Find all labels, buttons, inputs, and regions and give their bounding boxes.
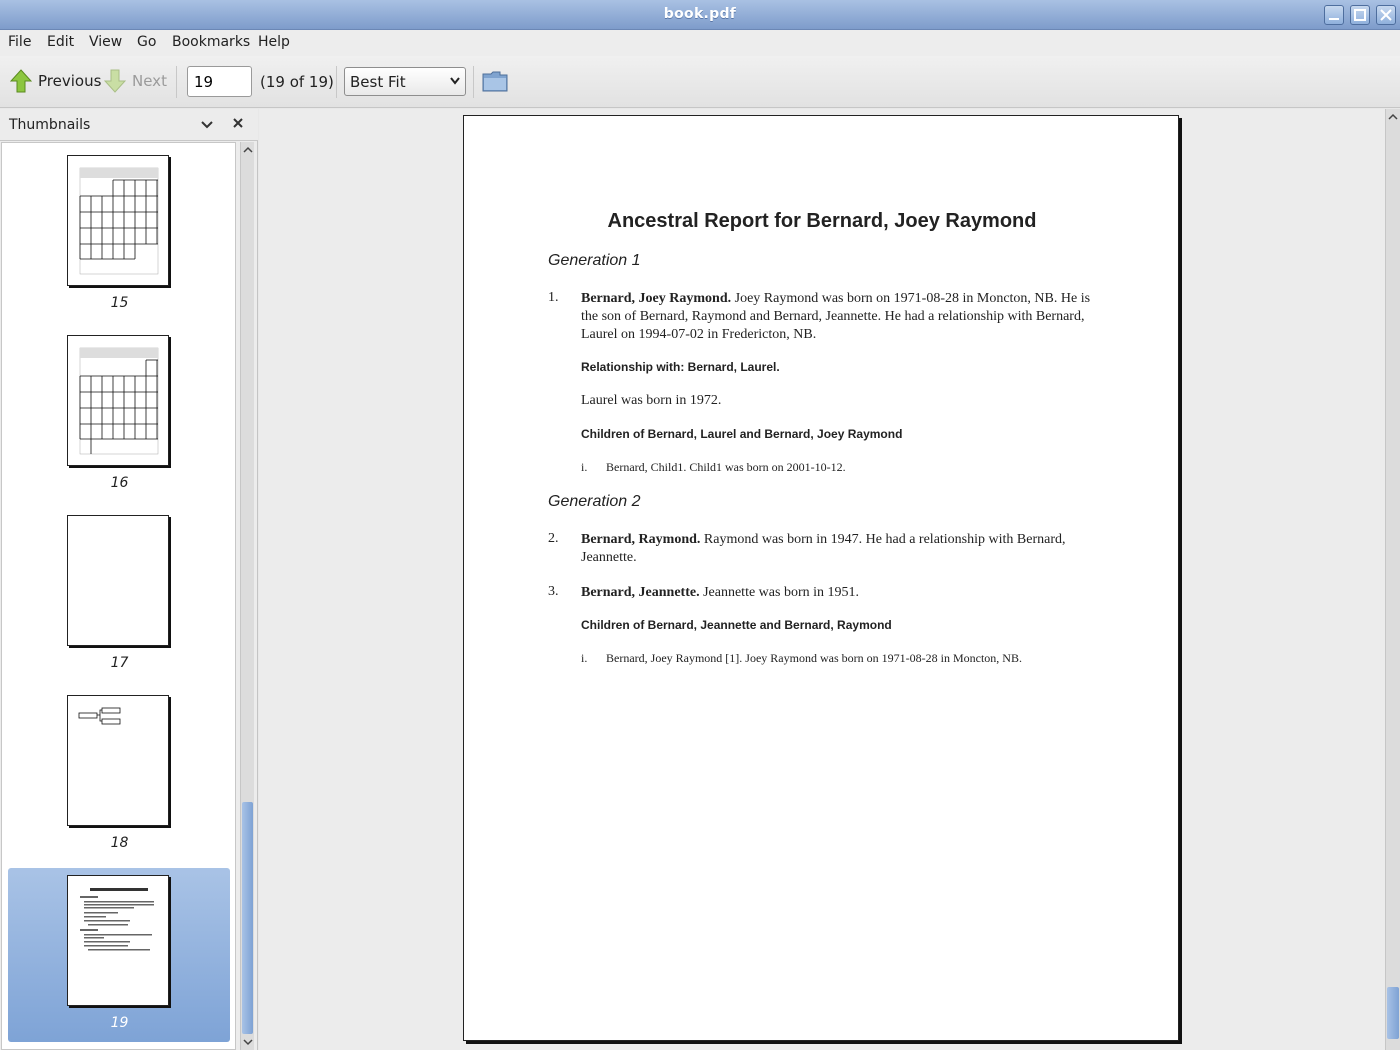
- minimize-button[interactable]: [1324, 5, 1344, 25]
- thumbnail-label: 16: [110, 475, 129, 491]
- minimize-icon: [1329, 18, 1339, 20]
- menu-bookmarks[interactable]: Bookmarks: [172, 34, 250, 50]
- entry-name: Bernard, Jeannette.: [581, 585, 700, 600]
- thumbnail-label: 19: [110, 1015, 129, 1031]
- entry-text: Bernard, Raymond. Raymond was born in 19…: [581, 531, 1091, 567]
- entry-name: Bernard, Joey Raymond.: [581, 291, 732, 306]
- page-thumbnail: [67, 335, 169, 466]
- thumbnail-list[interactable]: 15 16 17 18 19: [1, 142, 236, 1050]
- menu-help[interactable]: Help: [258, 34, 290, 50]
- scroll-down-icon[interactable]: [242, 1037, 254, 1047]
- menu-view[interactable]: View: [89, 34, 122, 50]
- page-thumbnail: [67, 875, 169, 1006]
- scroll-up-icon[interactable]: [242, 145, 254, 155]
- entry-text: Bernard, Joey Raymond. Joey Raymond was …: [581, 290, 1091, 344]
- thumbnail-19[interactable]: 19: [2, 868, 235, 1048]
- next-label: Next: [132, 72, 167, 90]
- arrow-up-icon: [10, 69, 32, 93]
- entry-text: Bernard, Jeannette. Jeannette was born i…: [581, 584, 1091, 602]
- maximize-icon: [1354, 9, 1366, 21]
- toolbar-separator: [176, 66, 177, 98]
- report-title: Ancestral Report for Bernard, Joey Raymo…: [607, 210, 1037, 232]
- report-preview: [80, 888, 154, 951]
- close-window-button[interactable]: [1376, 5, 1396, 25]
- child-number: i.: [581, 460, 588, 474]
- entry-number: 2.: [548, 531, 559, 546]
- previous-button[interactable]: Previous: [10, 66, 101, 96]
- open-folder-button[interactable]: [482, 70, 508, 96]
- page-number-input[interactable]: [187, 66, 252, 97]
- thumbnail-label: 15: [110, 295, 129, 311]
- child-text: Bernard, Child1. Child1 was born on 2001…: [606, 460, 846, 474]
- thumbnail-16[interactable]: 16: [2, 335, 235, 515]
- chart-preview: [78, 707, 121, 725]
- menu-go[interactable]: Go: [137, 34, 156, 50]
- entry-body: Jeannette was born in 1951.: [699, 585, 860, 600]
- sidebar-scrollbar[interactable]: [240, 142, 254, 1050]
- calendar-preview: [79, 347, 159, 455]
- toolbar-separator: [473, 66, 474, 98]
- thumbnail-label: 18: [110, 835, 129, 851]
- page-count-label: (19 of 19): [260, 73, 334, 91]
- relationship-text: Laurel was born in 1972.: [581, 393, 722, 408]
- entry-number: 1.: [548, 290, 559, 305]
- arrow-down-icon: [104, 69, 126, 93]
- thumbnail-label: 17: [110, 655, 129, 671]
- thumbnail-18[interactable]: 18: [2, 695, 235, 875]
- document-scrollbar[interactable]: [1385, 109, 1400, 1050]
- close-icon: [1380, 9, 1392, 21]
- menu-file[interactable]: File: [8, 34, 31, 50]
- children-heading: Children of Bernard, Jeannette and Berna…: [581, 618, 892, 632]
- calendar-preview: [79, 167, 159, 275]
- page-thumbnail: [67, 515, 169, 646]
- previous-label: Previous: [38, 72, 102, 90]
- scroll-up-icon[interactable]: [1387, 112, 1399, 122]
- menu-edit[interactable]: Edit: [47, 34, 74, 50]
- page-thumbnail: [67, 155, 169, 286]
- thumbnail-15[interactable]: 15: [2, 155, 235, 335]
- menu-bar: File Edit View Go Bookmarks Help: [0, 30, 1400, 56]
- generation-heading: Generation 2: [548, 493, 641, 510]
- next-button[interactable]: Next: [104, 66, 167, 96]
- zoom-value: Best Fit: [350, 73, 406, 91]
- window-title: book.pdf: [663, 6, 737, 22]
- child-number: i.: [581, 651, 588, 665]
- document-page: Ancestral Report for Bernard, Joey Raymo…: [463, 115, 1179, 1041]
- folder-icon: [482, 71, 508, 92]
- generation-heading: Generation 1: [548, 252, 641, 269]
- chevron-down-icon[interactable]: [200, 119, 214, 131]
- zoom-select[interactable]: Best Fit: [344, 67, 466, 96]
- entry-number: 3.: [548, 584, 559, 599]
- sidebar-header: Thumbnails: [0, 109, 258, 141]
- title-bar: book.pdf: [0, 0, 1400, 30]
- page-thumbnail: [67, 695, 169, 826]
- maximize-button[interactable]: [1350, 5, 1370, 25]
- scrollbar-thumb[interactable]: [242, 802, 253, 1034]
- thumbnail-17[interactable]: 17: [2, 515, 235, 695]
- scrollbar-thumb[interactable]: [1387, 987, 1399, 1039]
- close-sidebar-icon[interactable]: [232, 117, 244, 129]
- document-view[interactable]: Ancestral Report for Bernard, Joey Raymo…: [259, 109, 1385, 1050]
- child-text: Bernard, Joey Raymond [1]. Joey Raymond …: [606, 651, 1022, 665]
- relationship-heading: Relationship with: Bernard, Laurel.: [581, 360, 780, 374]
- sidebar-title: Thumbnails: [9, 117, 91, 133]
- entry-name: Bernard, Raymond.: [581, 532, 701, 547]
- toolbar-separator: [336, 66, 337, 98]
- chevron-down-icon: [450, 77, 460, 85]
- children-heading: Children of Bernard, Laurel and Bernard,…: [581, 427, 903, 441]
- toolbar: Previous Next (19 of 19) Best Fit: [0, 56, 1400, 108]
- sidebar: Thumbnails 15 16 17 18 19: [0, 109, 258, 1050]
